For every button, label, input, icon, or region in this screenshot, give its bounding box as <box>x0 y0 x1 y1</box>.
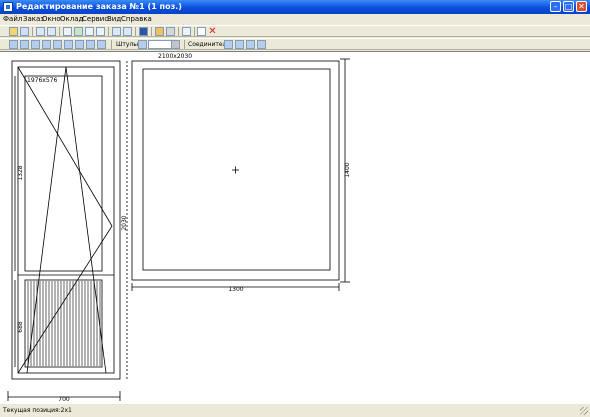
insert-right-icon[interactable] <box>123 27 132 36</box>
window-size-label: 2100х2030 <box>158 53 192 60</box>
toolbar-separator <box>135 27 136 36</box>
door-size-label: 1976х576 <box>27 77 57 84</box>
main-toolbar: ✕ <box>0 25 590 37</box>
toolbar-separator <box>32 27 33 36</box>
menu-service[interactable]: Сервис <box>82 15 108 23</box>
menu-help[interactable]: Справка <box>121 15 152 23</box>
menu-oklad[interactable]: Оклад <box>60 15 83 23</box>
status-text: Текущая позиция:2х1 <box>3 407 72 414</box>
connector-left-icon[interactable] <box>224 40 233 49</box>
shape-arch-icon[interactable] <box>20 40 29 49</box>
refresh-icon[interactable] <box>74 27 83 36</box>
toolbar-separator <box>111 40 112 49</box>
new-document-icon[interactable] <box>197 27 206 36</box>
connector-top-icon[interactable] <box>235 40 244 49</box>
minimize-button[interactable]: – <box>550 1 561 12</box>
opening-line <box>17 66 113 227</box>
shape-triangle-down-icon[interactable] <box>42 40 51 49</box>
shape-double-icon[interactable] <box>97 40 106 49</box>
door-upper-glass[interactable] <box>24 75 103 272</box>
drawing-canvas[interactable]: 1976х576 1328 688 2030 700 2100х2030 130… <box>0 51 590 403</box>
toolbar-separator <box>178 27 179 36</box>
sash-icon[interactable] <box>85 27 94 36</box>
shape-slant-right-icon[interactable] <box>75 40 84 49</box>
shape-toolbar: Штульп: Соединитель: <box>0 38 590 50</box>
dim-height-label: 2030 <box>121 215 128 230</box>
new-order-icon[interactable] <box>20 27 29 36</box>
construction-drawing: 1976х576 1328 688 2030 700 2100х2030 130… <box>7 53 351 403</box>
window-width-label: 1300 <box>228 286 243 293</box>
maximize-button[interactable]: □ <box>563 1 574 12</box>
print-icon[interactable] <box>166 27 175 36</box>
connector-bottom-icon[interactable] <box>246 40 255 49</box>
opening-line <box>26 66 67 374</box>
toolbar-separator <box>194 27 195 36</box>
menu-bar: Файл Заказ Окно Оклад Сервис Вид Справка <box>0 14 590 24</box>
dim-lower-label: 688 <box>17 321 24 333</box>
dim-width-label: 700 <box>58 396 70 403</box>
split-horizontal-icon[interactable] <box>36 27 45 36</box>
frame-icon[interactable] <box>63 27 72 36</box>
window-height-label: 1400 <box>344 162 351 177</box>
panel-hatching <box>27 281 101 366</box>
shape-half-icon[interactable] <box>86 40 95 49</box>
window-glass[interactable] <box>142 68 331 271</box>
dim-upper-label: 1328 <box>17 165 24 180</box>
door-lower-panel[interactable] <box>24 279 103 368</box>
open-folder-icon[interactable] <box>9 27 18 36</box>
toolbar-separator <box>184 40 185 49</box>
toolbar-separator <box>108 27 109 36</box>
split-vertical-icon[interactable] <box>47 27 56 36</box>
shape-rect-icon[interactable] <box>9 40 18 49</box>
title-bar: Редактирование заказа №1 (1 поз.) – □ ✕ <box>0 0 590 14</box>
color-icon[interactable] <box>155 27 164 36</box>
properties-icon[interactable] <box>182 27 191 36</box>
opening-line <box>17 225 113 374</box>
menu-window[interactable]: Окно <box>42 15 61 23</box>
connector-right-icon[interactable] <box>257 40 266 49</box>
close-button[interactable]: ✕ <box>576 1 587 12</box>
app-icon <box>3 2 13 12</box>
grid-icon[interactable] <box>96 27 105 36</box>
shape-triangle-up-icon[interactable] <box>31 40 40 49</box>
toolbar-separator <box>59 27 60 36</box>
window-title: Редактирование заказа №1 (1 поз.) <box>16 2 182 11</box>
shape-trapezoid-icon[interactable] <box>53 40 62 49</box>
insert-left-icon[interactable] <box>112 27 121 36</box>
save-icon[interactable] <box>139 27 148 36</box>
menu-file[interactable]: Файл <box>3 15 22 23</box>
delete-icon[interactable]: ✕ <box>208 27 217 37</box>
shape-slant-left-icon[interactable] <box>64 40 73 49</box>
menu-order[interactable]: Заказ <box>23 15 44 23</box>
shtulp-icon[interactable] <box>138 40 147 49</box>
shtulp-apply-icon[interactable] <box>171 40 180 49</box>
menu-view[interactable]: Вид <box>107 15 121 23</box>
resize-grip-icon[interactable] <box>580 407 588 415</box>
status-bar: Текущая позиция:2х1 <box>0 403 590 417</box>
toolbar-separator <box>151 27 152 36</box>
